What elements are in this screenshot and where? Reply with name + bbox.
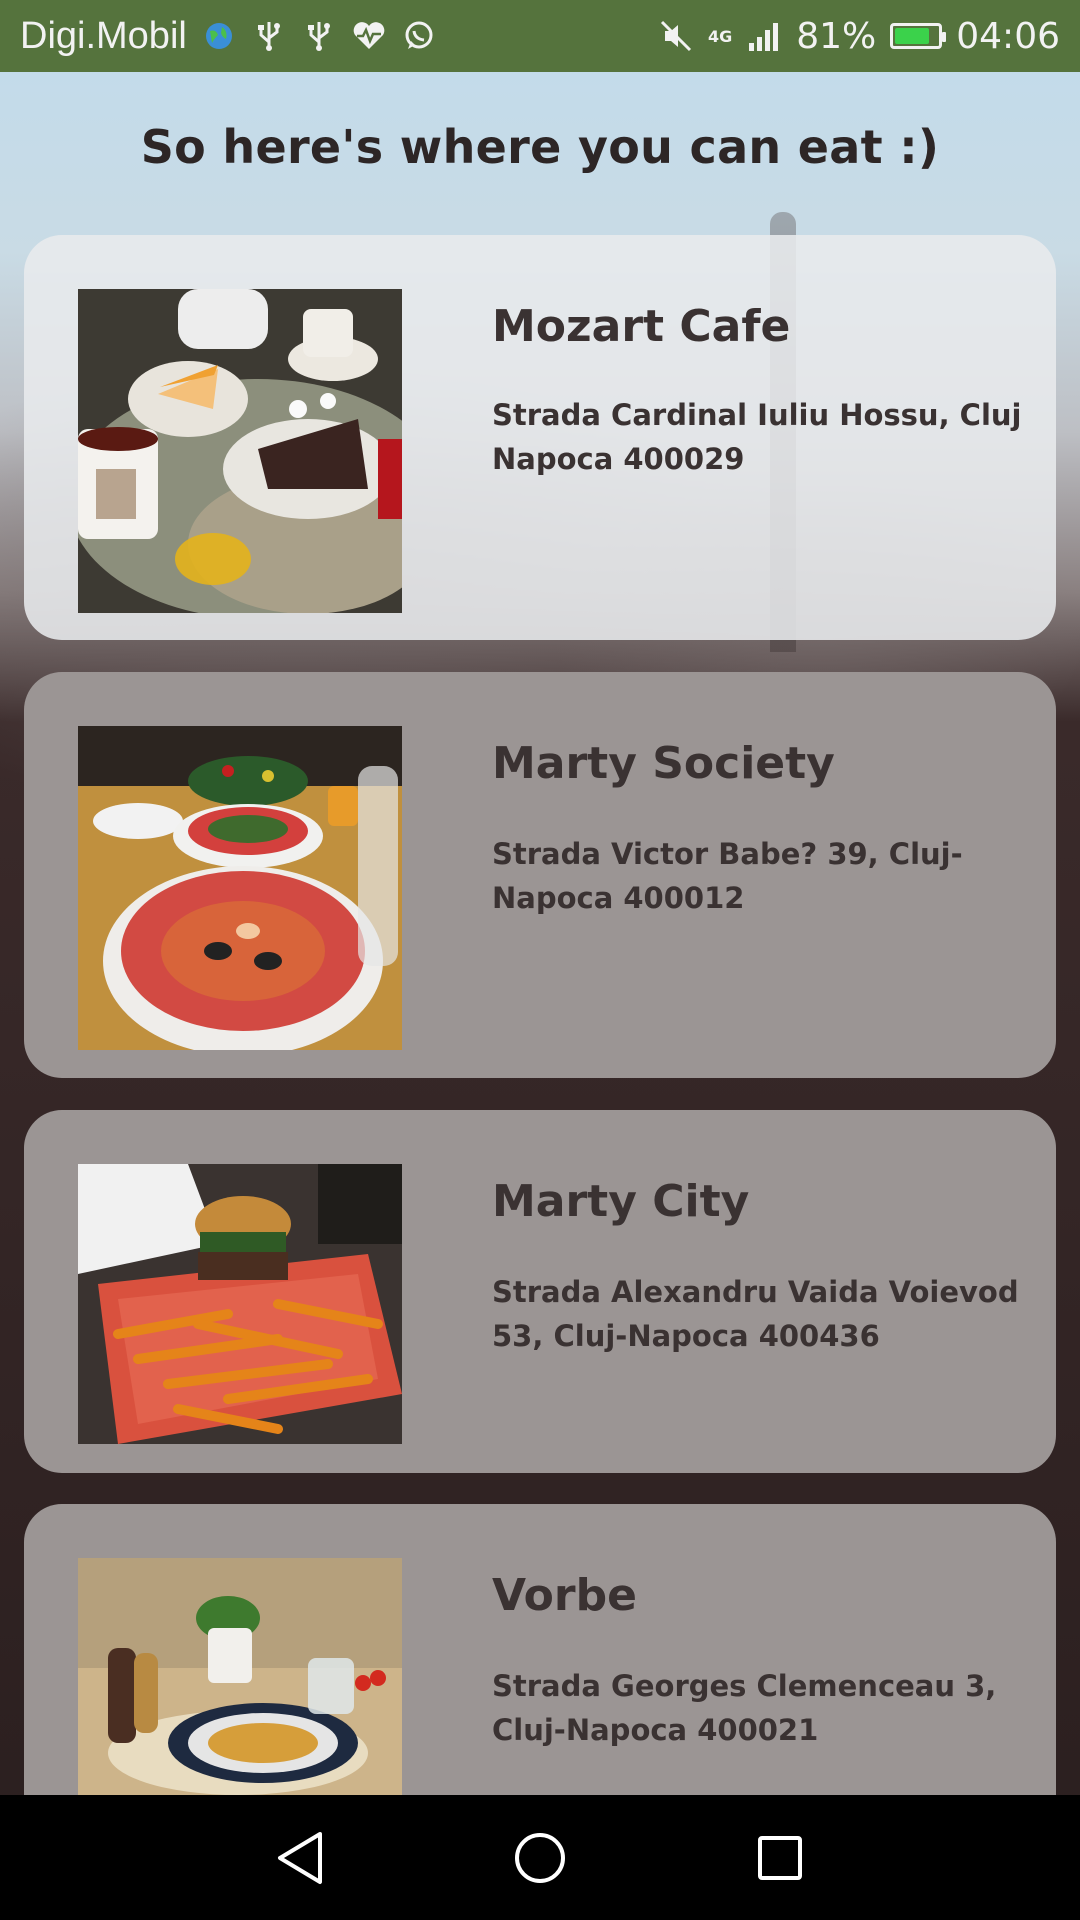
main-content[interactable]: So here's where you can eat :) Mozart Ca… (0, 72, 1080, 1795)
usb-icon (301, 18, 337, 54)
network-type: 4G (707, 26, 733, 46)
restaurant-address: Strada Victor Babe? 39, Cluj-Napoca 4000… (492, 837, 963, 915)
restaurant-card[interactable]: Mozart Cafe Strada Cardinal Iuliu Hossu,… (24, 235, 1056, 640)
globe-icon (201, 18, 237, 54)
restaurant-photo (78, 1164, 402, 1444)
restaurant-name: Marty City (492, 1176, 750, 1227)
restaurant-name: Vorbe (492, 1570, 637, 1621)
restaurant-card[interactable]: Vorbe Strada Georges Clemenceau 3, Cluj-… (24, 1504, 1056, 1795)
restaurant-card[interactable]: Marty City Strada Alexandru Vaida Voievo… (24, 1110, 1056, 1473)
mute-icon (658, 18, 694, 54)
status-bar-left: Digi.Mobil (20, 15, 437, 58)
restaurant-photo (78, 726, 402, 1050)
battery-icon (890, 23, 947, 49)
whatsapp-icon (401, 18, 437, 54)
page-title: So here's where you can eat :) (140, 120, 940, 174)
battery-percent: 81% (796, 15, 877, 57)
back-icon[interactable] (265, 1823, 335, 1893)
status-bar: Digi.Mobil 4G 81% 04:06 (0, 0, 1080, 72)
restaurant-card[interactable]: Marty Society Strada Victor Babe? 39, Cl… (24, 672, 1056, 1078)
restaurant-address: Strada Cardinal Iuliu Hossu, Cluj Napoca… (492, 398, 1022, 476)
signal-icon (746, 18, 782, 54)
clock: 04:06 (956, 15, 1060, 57)
health-icon (351, 18, 387, 54)
carrier-name: Digi.Mobil (20, 14, 187, 57)
restaurant-photo (78, 289, 402, 613)
navigation-bar (0, 1795, 1080, 1920)
restaurant-photo (78, 1558, 402, 1795)
home-icon[interactable] (505, 1823, 575, 1893)
usb-icon (251, 18, 287, 54)
status-bar-right: 4G 81% 04:06 (658, 16, 1060, 57)
recents-icon[interactable] (745, 1823, 815, 1893)
restaurant-name: Mozart Cafe (492, 301, 791, 352)
restaurant-address: Strada Alexandru Vaida Voievod 53, Cluj-… (492, 1275, 1019, 1353)
restaurant-address: Strada Georges Clemenceau 3, Cluj-Napoca… (492, 1669, 997, 1747)
restaurant-name: Marty Society (492, 738, 835, 789)
